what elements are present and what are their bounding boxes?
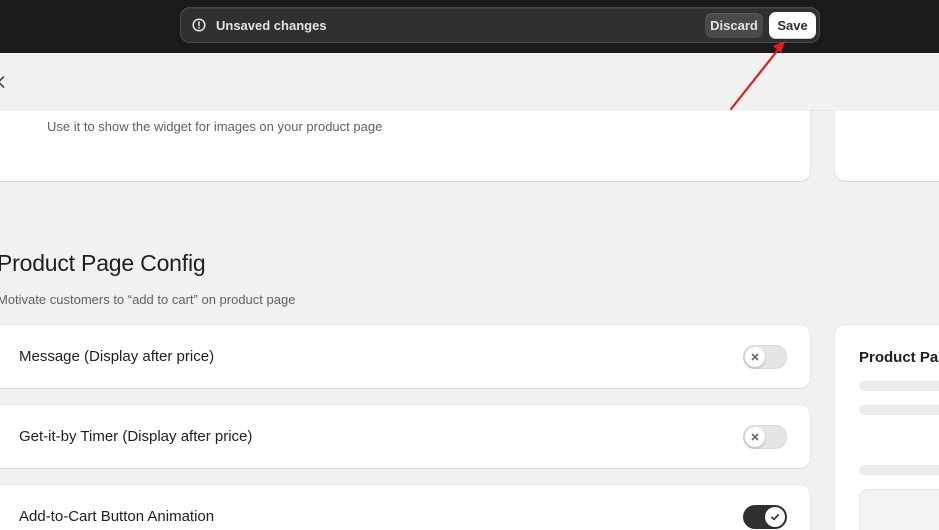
top-bar: Unsaved changes Discard Save [0,0,939,53]
skeleton-line [859,381,939,391]
skeleton-line [859,465,939,475]
section-title: Product Page Config [0,250,206,276]
setting-label: Add-to-Cart Button Animation [19,508,215,525]
product-page-preview-card: Product Pa [835,325,939,530]
x-icon [751,353,759,361]
discard-button[interactable]: Discard [705,13,763,38]
setting-row-timer: Get-it-by Timer (Display after price) [0,405,810,468]
check-icon [771,514,780,521]
setting-label: Get-it-by Timer (Display after price) [19,428,253,445]
alert-circle-icon [192,18,206,32]
section-subtitle: Motivate customers to “add to cart” on p… [0,292,296,307]
setting-row-message: Message (Display after price) [0,325,810,388]
chevron-left-icon[interactable] [0,75,5,88]
animation-toggle[interactable] [743,505,787,529]
setting-label: Message (Display after price) [19,348,215,365]
toggle-knob [745,427,765,447]
message-toggle[interactable] [743,345,787,369]
timer-toggle[interactable] [743,425,787,449]
image-widget-description: Use it to show the widget for images on … [47,119,383,134]
toggle-knob [745,347,765,367]
skeleton-block [859,489,939,530]
contextual-save-bar: Unsaved changes Discard Save [180,7,820,43]
save-button[interactable]: Save [769,12,816,39]
preview-title: Product Pa [859,349,939,366]
toggle-knob [765,507,785,527]
skeleton-line [859,405,939,415]
page-header [0,53,939,110]
setting-row-animation: Add-to-Cart Button Animation [0,485,810,530]
unsaved-changes-text: Unsaved changes [216,18,327,33]
x-icon [751,433,759,441]
